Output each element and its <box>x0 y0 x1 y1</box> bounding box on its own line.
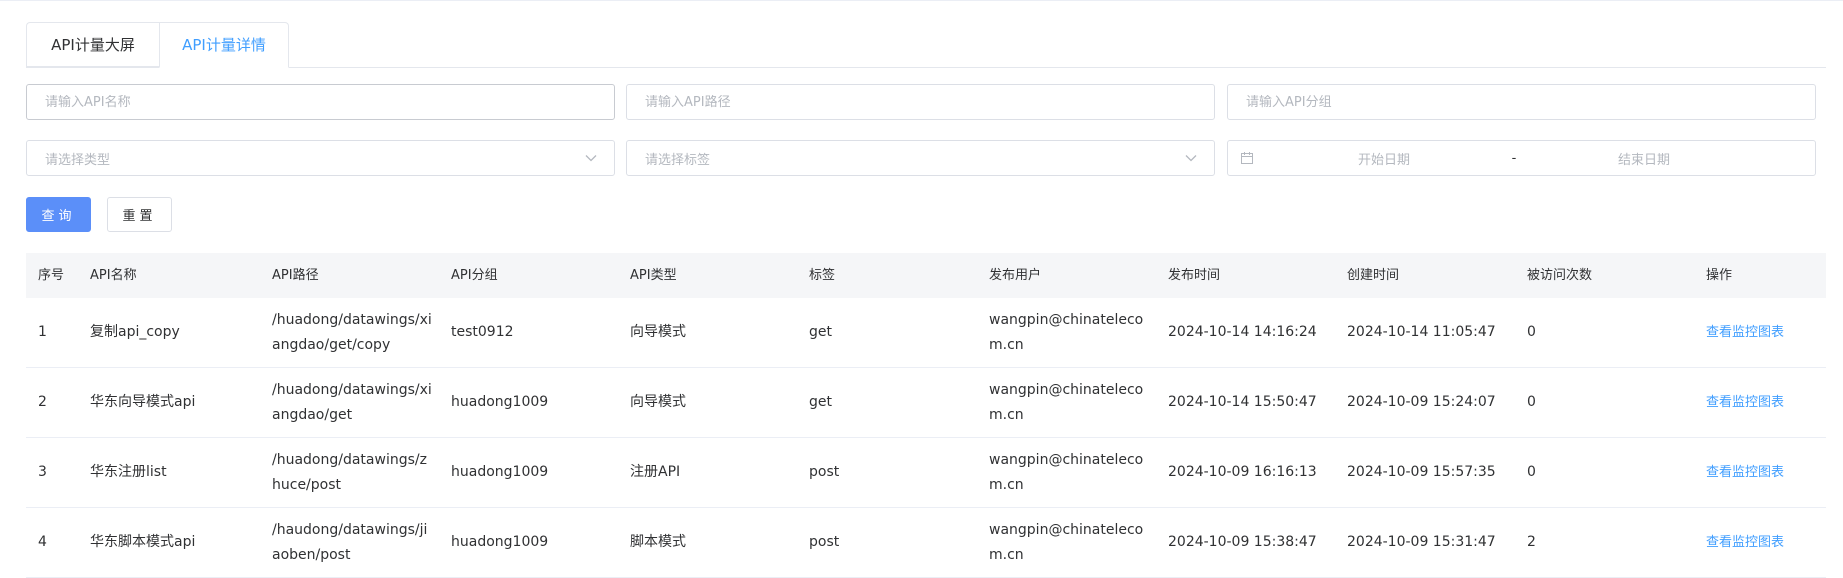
header-tag: 标签 <box>809 268 836 283</box>
view-monitor-chart-link[interactable]: 查看监控图表 <box>1706 395 1784 410</box>
top-divider <box>0 0 1843 1</box>
api-path-input[interactable] <box>645 94 1214 110</box>
query-button[interactable]: 查询 <box>26 197 91 232</box>
api-name-input[interactable] <box>45 94 614 110</box>
tag-select-placeholder: 请选择标签 <box>645 152 711 168</box>
date-range-picker[interactable]: 开始日期 - 结束日期 <box>1227 140 1816 176</box>
cell-api-type: 脚本模式 <box>630 534 686 550</box>
tab-api-dashboard[interactable]: API计量大屏 <box>26 22 159 67</box>
cell-index: 1 <box>38 324 47 340</box>
cell-api-group: huadong1009 <box>451 534 549 550</box>
table-row: 4 华东脚本模式api /haudong/datawings/jiaoben/p… <box>26 508 1826 578</box>
cell-tag: post <box>809 464 840 480</box>
cell-publisher: wangpin@chinatelecom.cn <box>989 381 1144 423</box>
cell-api-group: test0912 <box>451 324 514 340</box>
cell-api-path: /huadong/datawings/xiangdao/get/copy <box>272 311 432 353</box>
chevron-down-icon <box>1180 147 1202 169</box>
view-monitor-chart-link[interactable]: 查看监控图表 <box>1706 535 1784 550</box>
view-monitor-chart-link[interactable]: 查看监控图表 <box>1706 465 1784 480</box>
tab-api-details[interactable]: API计量详情 <box>159 22 289 68</box>
cell-visit-count: 0 <box>1527 394 1536 410</box>
api-group-input[interactable] <box>1246 94 1815 110</box>
cell-publisher: wangpin@chinatelecom.cn <box>989 311 1144 353</box>
cell-index: 4 <box>38 534 47 550</box>
cell-create-time: 2024-10-09 15:31:47 <box>1347 534 1496 550</box>
cell-visit-count: 0 <box>1527 324 1536 340</box>
cell-api-name: 华东注册list <box>90 464 167 480</box>
view-monitor-chart-link[interactable]: 查看监控图表 <box>1706 325 1784 340</box>
type-select[interactable]: 请选择类型 <box>26 140 615 176</box>
cell-publisher: wangpin@chinatelecom.cn <box>989 521 1144 563</box>
cell-index: 3 <box>38 464 47 480</box>
cell-actions: 查看监控图表 <box>1694 460 1824 485</box>
cell-visit-count: 2 <box>1527 534 1536 550</box>
cell-api-path: /haudong/datawings/jiaoben/post <box>272 521 428 563</box>
cell-publish-time: 2024-10-09 15:38:47 <box>1168 534 1317 550</box>
cell-create-time: 2024-10-09 15:24:07 <box>1347 394 1496 410</box>
tag-select[interactable]: 请选择标签 <box>626 140 1215 176</box>
cell-publish-time: 2024-10-14 15:50:47 <box>1168 394 1317 410</box>
header-index: 序号 <box>38 268 65 283</box>
table-row: 1 复制api_copy /huadong/datawings/xiangdao… <box>26 298 1826 368</box>
header-api-path: API路径 <box>272 268 319 283</box>
cell-api-name: 复制api_copy <box>90 324 180 340</box>
cell-publisher: wangpin@chinatelecom.cn <box>989 451 1144 493</box>
cell-create-time: 2024-10-09 15:57:35 <box>1347 464 1496 480</box>
type-select-placeholder: 请选择类型 <box>45 152 111 168</box>
cell-api-name: 华东脚本模式api <box>90 534 196 550</box>
api-path-field <box>626 84 1215 120</box>
cell-api-type: 注册API <box>630 464 681 480</box>
end-date-input[interactable]: 结束日期 <box>1524 149 1764 168</box>
table-row: 3 华东注册list /huadong/datawings/zhuce/post… <box>26 438 1826 508</box>
api-table: 序号 API名称 API路径 API分组 API类型 标签 发布用户 发布时间 … <box>26 253 1826 578</box>
header-publish-time: 发布时间 <box>1168 268 1221 283</box>
cell-api-type: 向导模式 <box>630 324 686 340</box>
header-visit-count: 被访问次数 <box>1527 268 1593 283</box>
cell-actions: 查看监控图表 <box>1694 390 1824 415</box>
calendar-icon <box>1240 150 1256 166</box>
cell-publish-time: 2024-10-09 16:16:13 <box>1168 464 1317 480</box>
cell-api-path: /huadong/datawings/zhuce/post <box>272 451 427 493</box>
header-actions: 操作 <box>1706 268 1733 283</box>
cell-tag: get <box>809 394 832 410</box>
cell-create-time: 2024-10-14 11:05:47 <box>1347 324 1496 340</box>
tabs-baseline <box>26 67 1826 68</box>
cell-api-group: huadong1009 <box>451 464 549 480</box>
header-api-name: API名称 <box>90 268 137 283</box>
reset-button[interactable]: 重置 <box>107 197 172 232</box>
header-create-time: 创建时间 <box>1347 268 1400 283</box>
header-publisher: 发布用户 <box>989 268 1042 283</box>
header-api-type: API类型 <box>630 268 677 283</box>
cell-index: 2 <box>38 394 47 410</box>
cell-publish-time: 2024-10-14 14:16:24 <box>1168 324 1317 340</box>
tab-bar: API计量大屏 API计量详情 <box>26 22 289 68</box>
cell-api-type: 向导模式 <box>630 394 686 410</box>
api-name-field <box>26 84 615 120</box>
cell-actions: 查看监控图表 <box>1694 530 1824 555</box>
cell-visit-count: 0 <box>1527 464 1536 480</box>
header-api-group: API分组 <box>451 268 498 283</box>
cell-tag: get <box>809 324 832 340</box>
start-date-input[interactable]: 开始日期 <box>1264 149 1504 168</box>
cell-api-group: huadong1009 <box>451 394 549 410</box>
cell-api-name: 华东向导模式api <box>90 394 196 410</box>
cell-actions: 查看监控图表 <box>1694 320 1824 345</box>
chevron-down-icon <box>580 147 602 169</box>
api-group-field <box>1227 84 1816 120</box>
cell-api-path: /huadong/datawings/xiangdao/get <box>272 381 432 423</box>
date-separator: - <box>1511 150 1517 166</box>
table-header: 序号 API名称 API路径 API分组 API类型 标签 发布用户 发布时间 … <box>26 253 1826 298</box>
table-row: 2 华东向导模式api /huadong/datawings/xiangdao/… <box>26 368 1826 438</box>
cell-tag: post <box>809 534 840 550</box>
